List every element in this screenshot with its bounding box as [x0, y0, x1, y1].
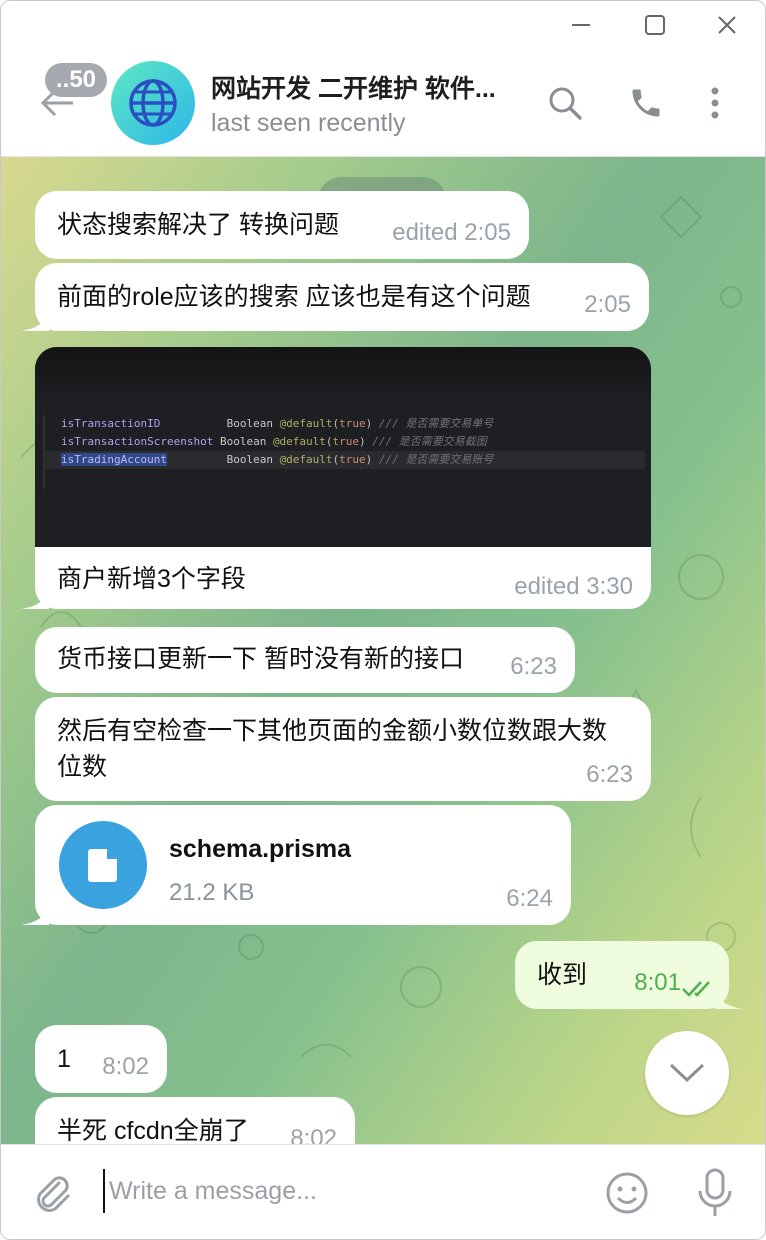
code-line: isTransactionID Boolean @default(true) /…: [61, 417, 494, 430]
microphone-icon: [698, 1168, 732, 1216]
message-composer: [1, 1144, 765, 1239]
message-bubble[interactable]: 货币接口更新一下 暂时没有新的接口 6:23: [35, 627, 575, 693]
code-block: isTransactionID Boolean @default(true) /…: [43, 415, 645, 489]
close-button[interactable]: [697, 7, 757, 43]
chat-avatar[interactable]: [111, 61, 195, 145]
emoji-icon: [606, 1172, 648, 1214]
code-line: isTradingAccount Boolean @default(true) …: [61, 453, 494, 466]
minimize-icon: [572, 24, 590, 26]
call-button[interactable]: [622, 79, 670, 127]
message-time: 8:02: [290, 1125, 337, 1144]
file-icon: [88, 849, 117, 882]
message-bubble[interactable]: 状态搜索解决了 转换问题 edited 2:05: [35, 191, 529, 259]
chat-status: last seen recently: [211, 109, 406, 137]
message-time: 6:23: [510, 653, 557, 680]
telegram-window: ..50 网站开发 二开维护 软件... last seen recently: [0, 0, 766, 1240]
code-line: isTransactionScreenshot Boolean @default…: [61, 435, 487, 448]
message-text: 前面的role应该的搜索 应该也是有这个问题: [57, 283, 531, 311]
message-time: 8:02: [102, 1053, 149, 1080]
file-message-bubble[interactable]: schema.prisma 21.2 KB 6:24: [35, 805, 571, 925]
message-time: 6:24: [506, 885, 553, 912]
maximize-button[interactable]: [625, 7, 685, 43]
chat-title[interactable]: 网站开发 二开维护 软件...: [211, 69, 521, 105]
phone-icon: [632, 89, 660, 117]
message-text: 半死 cfcdn全崩了: [57, 1117, 249, 1144]
file-size: 21.2 KB: [169, 879, 255, 906]
message-time: 8:01: [634, 969, 681, 996]
double-check-icon: [682, 981, 710, 997]
scroll-to-bottom-button[interactable]: [645, 1031, 729, 1115]
code-screenshot-image[interactable]: isTransactionID Boolean @default(true) /…: [35, 347, 651, 547]
outgoing-message-bubble[interactable]: 收到 8:01: [515, 941, 729, 1009]
message-text: 状态搜索解决了 转换问题: [57, 211, 339, 239]
message-text: 然后有空检查一下其他页面的金额小数位数跟大数: [57, 717, 608, 745]
message-bubble[interactable]: 然后有空检查一下其他页面的金额小数位数跟大数 位数 6:23: [35, 697, 651, 801]
message-time: 2:05: [584, 291, 631, 318]
message-time: edited 3:30: [514, 573, 633, 600]
message-time: 6:23: [586, 761, 633, 788]
message-time: edited 2:05: [392, 219, 511, 246]
image-message-bubble[interactable]: isTransactionID Boolean @default(true) /…: [35, 347, 651, 609]
maximize-icon: [645, 15, 665, 35]
message-list[interactable]: April 9 状态搜索解决了 转换问题 edited 2:05 前面的role…: [1, 157, 765, 1144]
message-text: 1: [57, 1045, 71, 1073]
unread-count-badge: ..50: [45, 63, 107, 97]
message-text: 货币接口更新一下 暂时没有新的接口: [57, 645, 464, 673]
file-download-button[interactable]: [59, 821, 147, 909]
chevron-down-icon: [669, 1063, 705, 1083]
attach-button[interactable]: [27, 1167, 79, 1219]
message-text: 收到: [537, 961, 588, 989]
title-bar: [1, 1, 765, 49]
image-caption: 商户新增3个字段: [57, 565, 246, 593]
message-text: 位数: [57, 753, 108, 781]
emoji-button[interactable]: [601, 1167, 653, 1219]
chat-header: ..50 网站开发 二开维护 软件... last seen recently: [1, 49, 765, 157]
paperclip-icon: [37, 1176, 70, 1212]
globe-icon: [129, 79, 177, 127]
search-icon: [549, 87, 582, 120]
voice-message-button[interactable]: [689, 1165, 741, 1221]
message-input[interactable]: [103, 1169, 573, 1213]
minimize-button[interactable]: [551, 7, 611, 43]
more-vertical-icon: [711, 87, 719, 119]
search-button[interactable]: [541, 79, 589, 127]
message-bubble[interactable]: 1 8:02: [35, 1025, 167, 1093]
editor-top-band: [35, 347, 651, 399]
close-icon: [718, 16, 736, 34]
message-bubble[interactable]: 半死 cfcdn全崩了 8:02: [35, 1097, 355, 1144]
message-bubble[interactable]: 前面的role应该的搜索 应该也是有这个问题 2:05: [35, 263, 649, 331]
file-name: schema.prisma: [169, 835, 352, 863]
more-options-button[interactable]: [691, 79, 739, 127]
